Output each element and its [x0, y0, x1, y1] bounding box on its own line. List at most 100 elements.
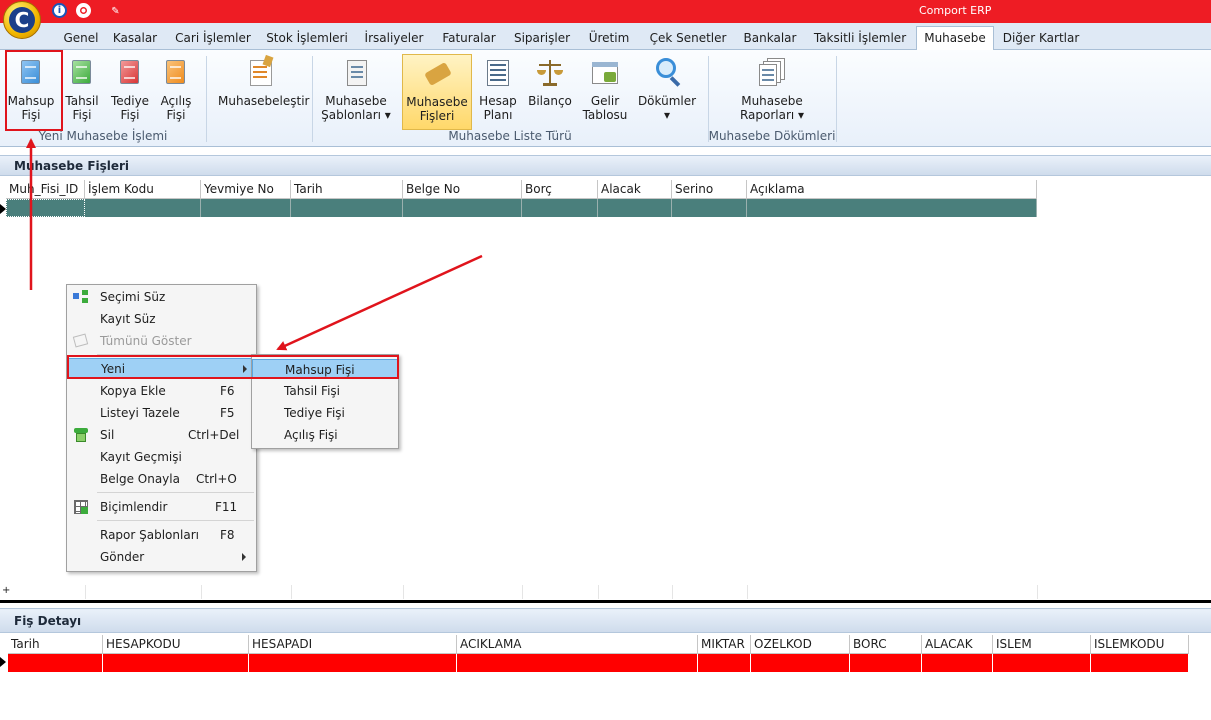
submenu-item-tahsil-fisi[interactable]: Tahsil Fişi	[252, 381, 398, 401]
tahsil-fisi-button[interactable]: Tahsil Fişi	[62, 54, 102, 130]
column-header[interactable]: Tarih	[8, 635, 103, 654]
column-header[interactable]: BORC	[850, 635, 922, 654]
menu-item-belge-onayla[interactable]: Belge Onayla Ctrl+O	[67, 469, 256, 489]
menu-item-rapor-sablonlari[interactable]: Rapor Şablonları F8	[67, 525, 256, 545]
tahsil-fisi-icon	[69, 58, 95, 88]
delete-icon	[73, 428, 89, 442]
column-guide	[85, 585, 86, 599]
menu-item-secimi-suz[interactable]: Seçimi Süz	[67, 287, 256, 307]
column-header[interactable]: ACIKLAMA	[457, 635, 698, 654]
group-label-liste-turu: Muhasebe Liste Türü	[448, 129, 572, 143]
ribbon: Mahsup Fişi Tahsil Fişi Tediye Fişi Açıl…	[0, 50, 1211, 147]
column-header[interactable]: OZELKOD	[751, 635, 850, 654]
column-header[interactable]: Borç	[522, 180, 598, 199]
tab-diger-kartlar[interactable]: Diğer Kartlar	[1002, 27, 1080, 50]
table-cell[interactable]	[672, 199, 747, 217]
table-cell[interactable]	[85, 199, 201, 217]
table-cell[interactable]	[993, 654, 1091, 672]
table-cell[interactable]	[103, 654, 249, 672]
tab-cari-islemler[interactable]: Cari İşlemler	[174, 27, 252, 50]
help-icon[interactable]	[76, 3, 91, 18]
table-cell[interactable]	[291, 199, 403, 217]
muhasebe-fisleri-icon	[424, 59, 452, 89]
submenu-item-tediye-fisi[interactable]: Tediye Fişi	[252, 403, 398, 423]
tab-bankalar[interactable]: Bankalar	[742, 27, 798, 50]
muhasebelestir-button[interactable]: Muhasebeleştir	[218, 54, 310, 130]
table-cell[interactable]	[201, 199, 291, 217]
muhasebelestir-icon	[248, 54, 274, 88]
table-cell[interactable]	[1091, 654, 1189, 672]
menu-item-kopya-ekle[interactable]: Kopya Ekle F6	[67, 381, 256, 401]
menu-item-sil[interactable]: Sil Ctrl+Del	[67, 425, 256, 445]
column-header[interactable]: Muh_Fisi_ID	[6, 180, 85, 199]
table-cell[interactable]	[747, 199, 1037, 217]
gelir-tablosu-button[interactable]: Gelir Tablosu	[582, 54, 628, 130]
column-header[interactable]: İşlem Kodu	[85, 180, 201, 199]
pin-icon[interactable]: ✎	[108, 4, 123, 19]
column-header[interactable]: HESAPKODU	[103, 635, 249, 654]
tab-faturalar[interactable]: Faturalar	[440, 27, 498, 50]
column-guide	[291, 585, 292, 599]
title-bar: Comport ERP	[0, 0, 1211, 23]
column-header[interactable]: ISLEMKODU	[1091, 635, 1189, 654]
menu-item-listeyi-tazele[interactable]: Listeyi Tazele F5	[67, 403, 256, 423]
info-icon[interactable]: i	[52, 3, 67, 18]
raporlar-icon	[759, 58, 785, 88]
hesap-plani-button[interactable]: Hesap Planı	[478, 54, 518, 130]
window-title: Comport ERP	[919, 4, 992, 17]
table-cell[interactable]	[850, 654, 922, 672]
table-cell[interactable]	[6, 199, 85, 217]
dokumler-icon	[654, 58, 681, 88]
tab-uretim[interactable]: Üretim	[586, 27, 632, 50]
menu-separator	[97, 520, 254, 521]
panel-splitter[interactable]	[0, 600, 1211, 603]
menu-item-kayit-suz[interactable]: Kayıt Süz	[67, 309, 256, 329]
bilanco-button[interactable]: Bilanço	[526, 54, 574, 130]
table-cell[interactable]	[457, 654, 698, 672]
column-header[interactable]: HESAPADI	[249, 635, 457, 654]
column-header[interactable]: Serino	[672, 180, 747, 199]
column-header[interactable]: Alacak	[598, 180, 672, 199]
table-cell[interactable]	[249, 654, 457, 672]
expand-icon[interactable]: +	[2, 585, 10, 596]
tab-kasalar[interactable]: Kasalar	[110, 27, 160, 50]
table-row[interactable]	[8, 654, 1189, 672]
table-cell[interactable]	[698, 654, 751, 672]
muhasebe-sablonlari-button[interactable]: Muhasebe Şablonları ▾	[320, 54, 392, 130]
acilis-fisi-button[interactable]: Açılış Fişi	[156, 54, 196, 130]
column-header[interactable]: ALACAK	[922, 635, 993, 654]
column-header[interactable]: Tarih	[291, 180, 403, 199]
column-guide	[403, 585, 404, 599]
muhasebe-fisleri-button[interactable]: Muhasebe Fişleri	[402, 54, 472, 130]
app-logo-icon[interactable]: C	[3, 1, 41, 39]
tab-taksitli-islemler[interactable]: Taksitli İşlemler	[812, 27, 908, 50]
column-header[interactable]: Belge No	[403, 180, 522, 199]
table-cell[interactable]	[403, 199, 522, 217]
tab-genel[interactable]: Genel	[56, 27, 106, 50]
column-guide	[672, 585, 673, 599]
column-header[interactable]: Açıklama	[747, 180, 1037, 199]
menu-item-gonder[interactable]: Gönder	[67, 547, 256, 567]
column-header[interactable]: ISLEM	[993, 635, 1091, 654]
tab-muhasebe[interactable]: Muhasebe	[916, 26, 994, 51]
column-header[interactable]: MIKTAR	[698, 635, 751, 654]
submenu-item-acilis-fisi[interactable]: Açılış Fişi	[252, 425, 398, 445]
menu-separator	[97, 492, 254, 493]
table-cell[interactable]	[8, 654, 103, 672]
tediye-fisi-button[interactable]: Tediye Fişi	[108, 54, 152, 130]
muhasebe-raporlari-button[interactable]: Muhasebe Raporları ▾	[736, 54, 808, 130]
menu-item-bicimlendir[interactable]: Biçimlendir F11	[67, 497, 256, 517]
column-header[interactable]: Yevmiye No	[201, 180, 291, 199]
tab-stok-islemleri[interactable]: Stok İşlemleri	[266, 27, 348, 50]
tab-cek-senetler[interactable]: Çek Senetler	[648, 27, 728, 50]
tab-siparisler[interactable]: Siparişler	[512, 27, 572, 50]
table-row[interactable]	[6, 199, 1037, 217]
column-guide	[598, 585, 599, 599]
tab-irsaliyeler[interactable]: İrsaliyeler	[362, 27, 426, 50]
dokumler-button[interactable]: Dökümler ▾	[636, 54, 698, 130]
menu-item-kayit-gecmisi[interactable]: Kayıt Geçmişi	[67, 447, 256, 467]
table-cell[interactable]	[522, 199, 598, 217]
table-cell[interactable]	[598, 199, 672, 217]
table-cell[interactable]	[751, 654, 850, 672]
table-cell[interactable]	[922, 654, 993, 672]
